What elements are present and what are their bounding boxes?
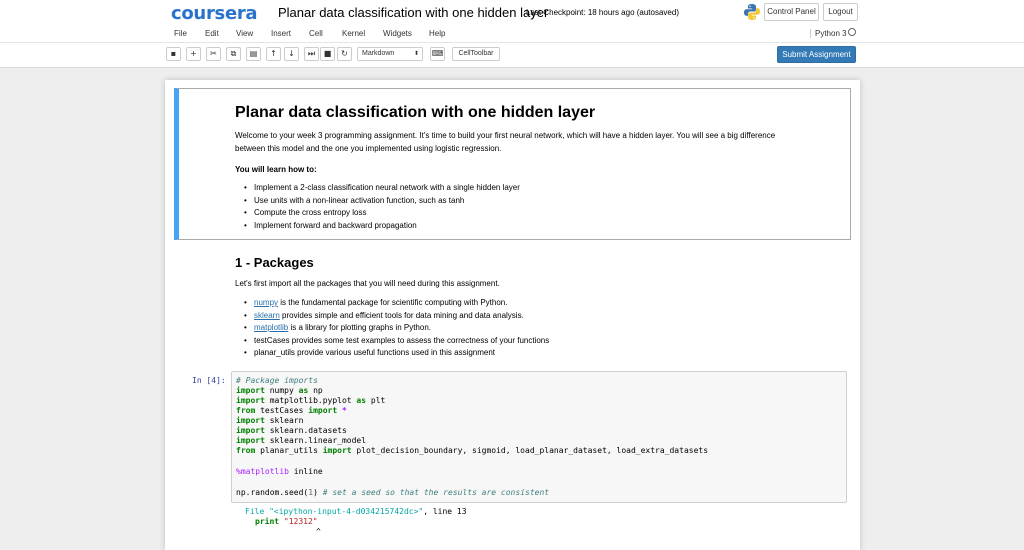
menu-help[interactable]: Help (429, 29, 445, 38)
code-line: # Package imports (236, 376, 318, 385)
learn-list: Implement a 2-class classification neura… (238, 182, 520, 232)
cell-type-select[interactable]: Markdown ⬍ (357, 47, 423, 61)
cell-type-value: Markdown (362, 50, 395, 57)
learn-heading: You will learn how to: (235, 165, 317, 174)
packages-list: numpy is the fundamental package for sci… (238, 297, 549, 360)
notebook-toolbar: ▪ + ✂ ⧉ ▤ ↑ ↓ ⏭ ■ ↻ Markdown ⬍ ⌨ CellToo… (0, 43, 1024, 68)
list-item: sklearn provides simple and efficient to… (238, 310, 549, 323)
python-logo-icon (744, 4, 760, 20)
code-line: import matplotlib.pyplot as plt (236, 396, 386, 405)
list-item: numpy is the fundamental package for sci… (238, 297, 549, 310)
intro-paragraph-line-1: Welcome to your week 3 programming assig… (235, 131, 776, 140)
kernel-name: Python 3 (810, 29, 847, 38)
keyboard-icon[interactable]: ⌨ (430, 47, 445, 61)
code-line: from testCases import * (236, 406, 347, 415)
packages-intro: Let's first import all the packages that… (235, 279, 500, 288)
menu-insert[interactable]: Insert (271, 29, 291, 38)
cell-prompt: In [4]: (192, 376, 226, 385)
menu-edit[interactable]: Edit (205, 29, 219, 38)
code-line: from planar_utils import plot_decision_b… (236, 446, 709, 455)
menu-widgets[interactable]: Widgets (383, 29, 412, 38)
list-item: matplotlib is a library for plotting gra… (238, 322, 549, 335)
arrow-down-icon[interactable]: ↓ (284, 47, 299, 61)
submit-assignment-button[interactable]: Submit Assignment (777, 46, 856, 63)
list-item: testCases provides some test examples to… (238, 335, 549, 348)
copy-icon[interactable]: ⧉ (226, 47, 241, 61)
arrow-up-icon[interactable]: ↑ (266, 47, 281, 61)
page-title: Planar data classification with one hidd… (235, 104, 596, 121)
list-item: planar_utils provide various useful func… (238, 347, 549, 360)
list-item-text: planar_utils provide various useful func… (254, 348, 496, 357)
restart-icon[interactable]: ↻ (337, 47, 352, 61)
select-arrows-icon: ⬍ (413, 51, 419, 57)
paste-icon[interactable]: ▤ (246, 47, 261, 61)
packages-heading: 1 - Packages (235, 255, 314, 270)
cut-icon[interactable]: ✂ (206, 47, 221, 61)
stop-icon[interactable]: ■ (320, 47, 335, 61)
intro-paragraph-line-2: between this model and the one you imple… (235, 144, 502, 153)
list-item-text: is a library for plotting graphs in Pyth… (288, 323, 431, 332)
list-item-text: testCases provides some test examples to… (254, 335, 550, 345)
menu-bar: File Edit View Insert Cell Kernel Widget… (0, 25, 1024, 43)
code-line: np.random.seed(1) # set a seed so that t… (236, 488, 550, 497)
checkpoint-status: Last Checkpoint: 18 hours ago (autosaved… (526, 8, 679, 17)
code-line: import sklearn (236, 416, 304, 425)
step-forward-icon[interactable]: ⏭ (304, 47, 319, 61)
menu-kernel[interactable]: Kernel (342, 29, 365, 38)
plus-icon[interactable]: + (186, 47, 201, 61)
list-item-text: is the fundamental package for scientifi… (278, 298, 508, 307)
control-panel-button[interactable]: Control Panel (764, 3, 819, 21)
list-item: Implement forward and backward propagati… (238, 220, 520, 233)
error-output-caret: ^ (316, 527, 321, 536)
error-output-code-line: print "12312" (255, 517, 318, 526)
kernel-status-icon (848, 28, 856, 36)
error-output-file-line: File "<ipython-input-4-d034215742dc>", l… (245, 507, 467, 516)
logout-button[interactable]: Logout (823, 3, 858, 21)
numpy-link[interactable]: numpy (254, 298, 278, 307)
menu-cell[interactable]: Cell (309, 29, 323, 38)
coursera-logo[interactable]: coursera (171, 3, 258, 24)
list-item: Compute the cross entropy loss (238, 207, 520, 220)
save-icon[interactable]: ▪ (166, 47, 181, 61)
sklearn-link[interactable]: sklearn (254, 311, 280, 320)
menu-view[interactable]: View (236, 29, 253, 38)
list-item: Use units with a non-linear activation f… (238, 195, 520, 208)
menu-file[interactable]: File (174, 29, 187, 38)
list-item-text: provides simple and efficient tools for … (279, 310, 524, 320)
code-line: import sklearn.datasets (236, 426, 347, 435)
notebook-header: coursera Planar data classification with… (0, 0, 1024, 25)
code-line: import sklearn.linear_model (236, 436, 367, 445)
code-line: %matplotlib inline (236, 467, 323, 476)
celltoolbar-button[interactable]: CellToolbar (452, 47, 500, 61)
matplotlib-link[interactable]: matplotlib (254, 323, 288, 332)
code-line: import numpy as np (236, 386, 323, 395)
notebook-title[interactable]: Planar data classification with one hidd… (278, 5, 548, 20)
list-item: Implement a 2-class classification neura… (238, 182, 520, 195)
